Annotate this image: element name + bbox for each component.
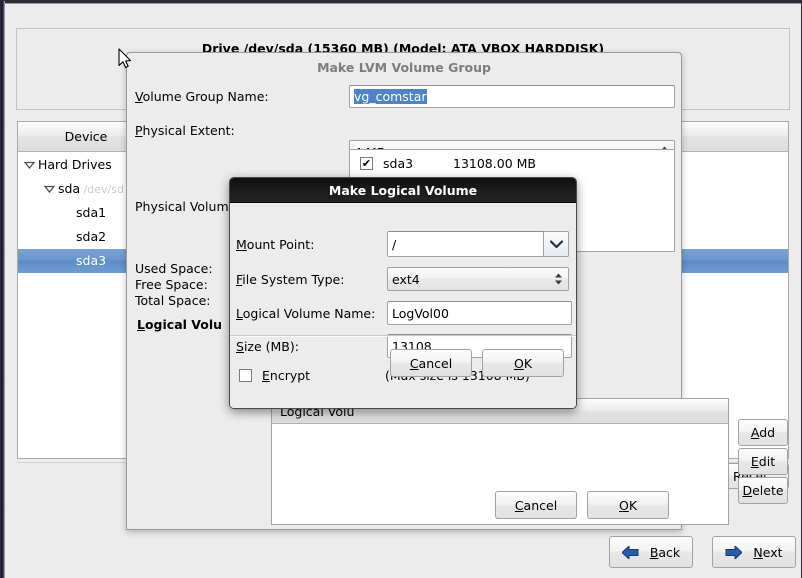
screen: Drive /dev/sda (15360 MB) (Model: ATA VB… [0, 0, 802, 578]
delete-button[interactable]: Delete [738, 477, 788, 504]
encrypt-checkbox[interactable] [239, 369, 252, 382]
make-logical-volume-dialog: Make Logical Volume Mount Point: / File … [229, 177, 577, 409]
logical-volume-name-input[interactable]: LogVol00 [387, 301, 572, 325]
total-space-label: Total Space: [135, 293, 211, 308]
volume-group-name-value: vg_comstar [354, 89, 427, 104]
logical-volumes-section-label: Logical Volu [137, 317, 223, 332]
physical-extent-label: Physical Extent: [135, 123, 235, 138]
mlv-ok-button[interactable]: OK [482, 349, 564, 377]
arrow-left-icon [621, 545, 639, 559]
lvm-ok-label: OK [618, 497, 638, 513]
mlv-titlebar: Make Logical Volume [230, 178, 576, 203]
edit-button[interactable]: Edit [738, 448, 788, 475]
mlv-ok-label: OK [513, 355, 533, 371]
arrow-right-icon [725, 545, 743, 559]
tree-row-subpath: /dev/sd [80, 183, 124, 196]
mount-point-value: / [392, 236, 397, 252]
size-label: Size (MB): [236, 339, 299, 354]
mount-point-label: Mount Point: [236, 237, 315, 252]
navigation-bar: Back Next [5, 534, 802, 578]
file-system-type-combo[interactable]: ext4 [387, 267, 569, 291]
back-button-label: Back [649, 544, 681, 560]
used-space-label: Used Space: [135, 261, 213, 276]
expander-triangle-icon[interactable] [24, 161, 38, 169]
volume-group-name-label: Volume Group Name: [135, 89, 269, 104]
tree-row-label: sda2 [76, 229, 107, 244]
tree-row-label: sda1 [76, 205, 107, 220]
lv-action-buttons: Add Edit Delete [738, 419, 788, 506]
mount-point-input[interactable]: / [387, 231, 569, 257]
mlv-body: Mount Point: / File System Type: ext4 Lo… [230, 203, 576, 408]
edit-button-label: Edit [750, 454, 776, 469]
mlv-cancel-button[interactable]: Cancel [390, 349, 472, 377]
free-space-label: Free Space: [135, 277, 208, 292]
lvm-ok-button[interactable]: OK [587, 491, 669, 519]
file-system-type-value: ext4 [392, 271, 420, 287]
logical-volume-name-value: LogVol00 [392, 305, 449, 321]
physical-volume-size: 13108.00 MB [453, 156, 536, 171]
delete-button-label: Delete [742, 483, 784, 498]
logical-volume-name-label: Logical Volume Name: [236, 306, 376, 321]
mouse-pointer-icon [118, 48, 132, 72]
physical-volume-row[interactable]: ✔ sda3 13108.00 MB [350, 150, 674, 171]
mlv-cancel-label: Cancel [409, 355, 453, 371]
encrypt-checkbox-row[interactable]: Encrypt [239, 368, 310, 383]
next-button-label: Next [753, 544, 783, 560]
tree-row-label: Hard Drives [38, 157, 112, 172]
physical-volume-checkbox[interactable]: ✔ [360, 157, 373, 170]
add-button[interactable]: Add [738, 419, 788, 446]
spinner-arrows-icon[interactable] [554, 273, 563, 286]
lvm-cancel-label: Cancel [514, 497, 558, 513]
chevron-down-icon[interactable] [543, 231, 569, 257]
file-system-type-label: File System Type: [236, 272, 345, 287]
encrypt-label: Encrypt [262, 368, 311, 383]
expander-triangle-icon[interactable] [44, 185, 58, 193]
physical-volumes-label: Physical Volum [135, 199, 229, 214]
lvm-dialog-title: Make LVM Volume Group [317, 60, 491, 75]
tree-row-label: sda3 [76, 253, 107, 268]
lvm-cancel-button[interactable]: Cancel [495, 491, 577, 519]
tree-row-label: sda [58, 181, 81, 196]
add-button-label: Add [750, 425, 776, 440]
next-button[interactable]: Next [712, 536, 796, 568]
volume-group-name-input[interactable]: vg_comstar [349, 85, 675, 108]
mlv-separator-highlight [230, 336, 576, 337]
physical-volume-name: sda3 [383, 156, 414, 171]
back-button[interactable]: Back [609, 536, 693, 568]
